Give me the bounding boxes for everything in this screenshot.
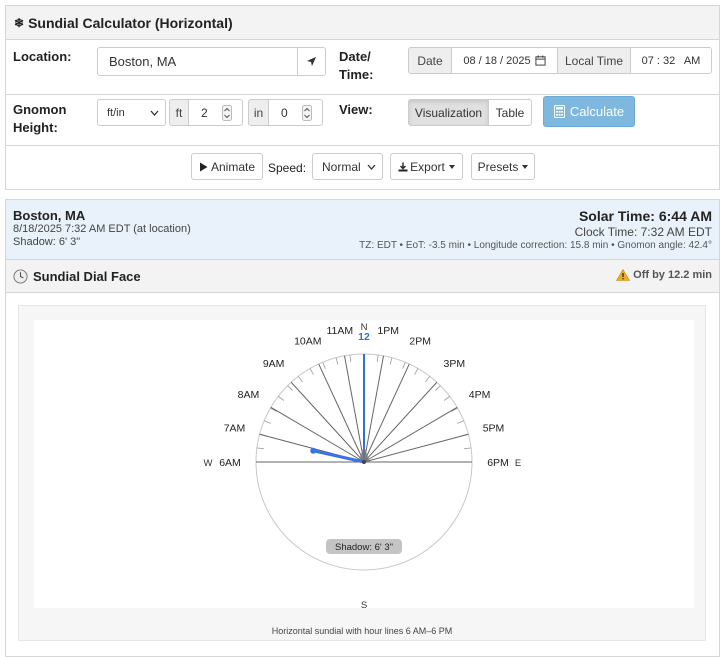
location-input[interactable]: Boston, MA [97, 47, 298, 76]
time-addon: Local Time [557, 47, 631, 74]
dial-body: 6AM 7AM 8AM 9AM 10AM 11AM 1PM 2PM 3PM 4PM 5PM 6PM 12… [6, 293, 719, 656]
chevron-down-icon [367, 164, 376, 170]
clock-icon [13, 269, 28, 284]
hour-label: 8AM [238, 389, 260, 401]
stepper-icon[interactable] [302, 105, 312, 121]
in-value: 0 [281, 105, 288, 120]
compass-e: E [515, 458, 521, 469]
date-value: 08 / 18 / 2025 [463, 54, 531, 67]
toolbar-row: Animate Speed: Normal Export Presets [6, 146, 719, 189]
app-title: Sundial Calculator (Horizontal) [28, 14, 233, 31]
calculate-label: Calculate [569, 104, 625, 119]
unit-select-value: ft/in [107, 106, 125, 119]
animate-label: Animate [210, 159, 256, 174]
gnomon-row: Gnomon Height: ft/in ft 2 in 0 View: Vis… [6, 95, 719, 146]
in-input[interactable]: 0 [268, 99, 323, 126]
summary-shadow: Shadow: 6' 3" [13, 236, 81, 248]
hour-label: 1PM [377, 325, 399, 337]
summary-datetime: 8/18/2025 7:32 AM EDT (at location) [13, 223, 191, 235]
compass-s: S [361, 600, 367, 608]
gnomon-label-line2: Height: [13, 120, 58, 135]
gnomon-label: Gnomon Height: [13, 101, 66, 137]
ft-input[interactable]: 2 [188, 99, 243, 126]
time-input[interactable]: 07 : 32 AM [630, 47, 712, 74]
panel-header: ❄ Sundial Calculator (Horizontal) [6, 6, 719, 40]
calendar-icon [535, 55, 546, 66]
location-value: Boston, MA [109, 54, 177, 69]
stepper-icon[interactable] [222, 105, 232, 121]
result-summary: Boston, MA 8/18/2025 7:32 AM EDT (at loc… [6, 200, 719, 260]
datetime-label-line1: Date/ [339, 49, 371, 64]
dial-plot: 6AM 7AM 8AM 9AM 10AM 11AM 1PM 2PM 3PM 4PM 5PM 6PM 12… [34, 320, 694, 611]
dial-canvas: 6AM 7AM 8AM 9AM 10AM 11AM 1PM 2PM 3PM 4PM 5PM 6PM 12… [18, 305, 706, 641]
shadow-badge-label: Shadow: 6' 3" [335, 542, 393, 553]
presets-label: Presets [477, 159, 519, 174]
play-icon [199, 162, 208, 171]
gnomon-label-line1: Gnomon [13, 102, 67, 117]
view-table-button[interactable]: Table [488, 99, 532, 126]
shadow-tip [310, 447, 317, 454]
view-label: View: [339, 102, 373, 117]
time-offset-warning: Off by 12.2 min [616, 269, 712, 281]
locate-button[interactable] [297, 47, 326, 76]
date-input[interactable]: 08 / 18 / 2025 [451, 47, 558, 74]
time-value: 07 : 32 AM [641, 54, 701, 67]
dial-caption: Horizontal sundial with hour lines 6 AM–… [271, 626, 453, 636]
animate-button[interactable]: Animate [191, 153, 263, 180]
speed-value: Normal [322, 159, 361, 174]
export-button[interactable]: Export [390, 153, 463, 180]
compass-n: N [361, 322, 368, 333]
location-label: Location: [13, 49, 72, 64]
speed-label: Speed: [268, 161, 307, 175]
hour-label: 6PM [487, 457, 509, 469]
input-panel: ❄ Sundial Calculator (Horizontal) Locati… [5, 5, 720, 190]
location-arrow-icon [306, 56, 317, 67]
dial-title: Sundial Dial Face [33, 269, 141, 284]
clock-time: Clock Time: 7:32 AM EDT [574, 225, 712, 239]
compass-w: W [204, 458, 213, 469]
location-row: Location: Boston, MA Date/ Time: Date 08… [6, 40, 719, 95]
dial-center [362, 460, 366, 464]
hour-label: 4PM [469, 389, 491, 401]
chevron-down-icon [150, 110, 159, 116]
hour-label: 2PM [409, 335, 431, 347]
caret-down-icon [448, 164, 455, 169]
calculate-button[interactable]: Calculate [543, 96, 635, 127]
hour-label: 11AM [326, 325, 353, 337]
speed-select[interactable]: Normal [312, 153, 383, 180]
hour-label: 3PM [444, 358, 466, 370]
hour-label: 9AM [263, 358, 285, 370]
hour-label: 10AM [294, 335, 321, 347]
export-label: Export [410, 159, 445, 174]
app-root: ❄ Sundial Calculator (Horizontal) Locati… [5, 5, 720, 657]
download-icon [398, 162, 408, 171]
snowflake-icon: ❄ [14, 15, 25, 30]
caret-down-icon [522, 164, 529, 169]
view-visualization-button[interactable]: Visualization [408, 99, 489, 126]
sundial-face: 6AM7AM8AM9AM10AM11AM 1PM2PM3PM4PM5PM6PM12… [204, 322, 522, 611]
warning-icon [616, 269, 631, 281]
unit-select[interactable]: ft/in [97, 99, 166, 126]
ft-value: 2 [201, 105, 208, 120]
hour-label: 7AM [224, 423, 246, 435]
summary-location: Boston, MA [13, 208, 86, 223]
dial-header: Sundial Dial Face Off by 12.2 min [6, 260, 719, 293]
warning-text: Off by 12.2 min [633, 269, 712, 281]
in-addon: in [248, 99, 269, 126]
calculator-icon [553, 105, 565, 118]
hour-label: 5PM [483, 423, 505, 435]
calc-details: TZ: EDT • EoT: -3.5 min • Longitude corr… [359, 240, 712, 251]
solar-time: Solar Time: 6:44 AM [578, 208, 712, 224]
hour-label: 6AM [219, 457, 241, 469]
presets-button[interactable]: Presets [471, 153, 535, 180]
datetime-label-line2: Time: [339, 67, 374, 82]
ft-addon: ft [169, 99, 189, 126]
result-panel: Boston, MA 8/18/2025 7:32 AM EDT (at loc… [5, 199, 720, 657]
date-addon: Date [408, 47, 452, 74]
datetime-label: Date/ Time: [339, 48, 373, 84]
